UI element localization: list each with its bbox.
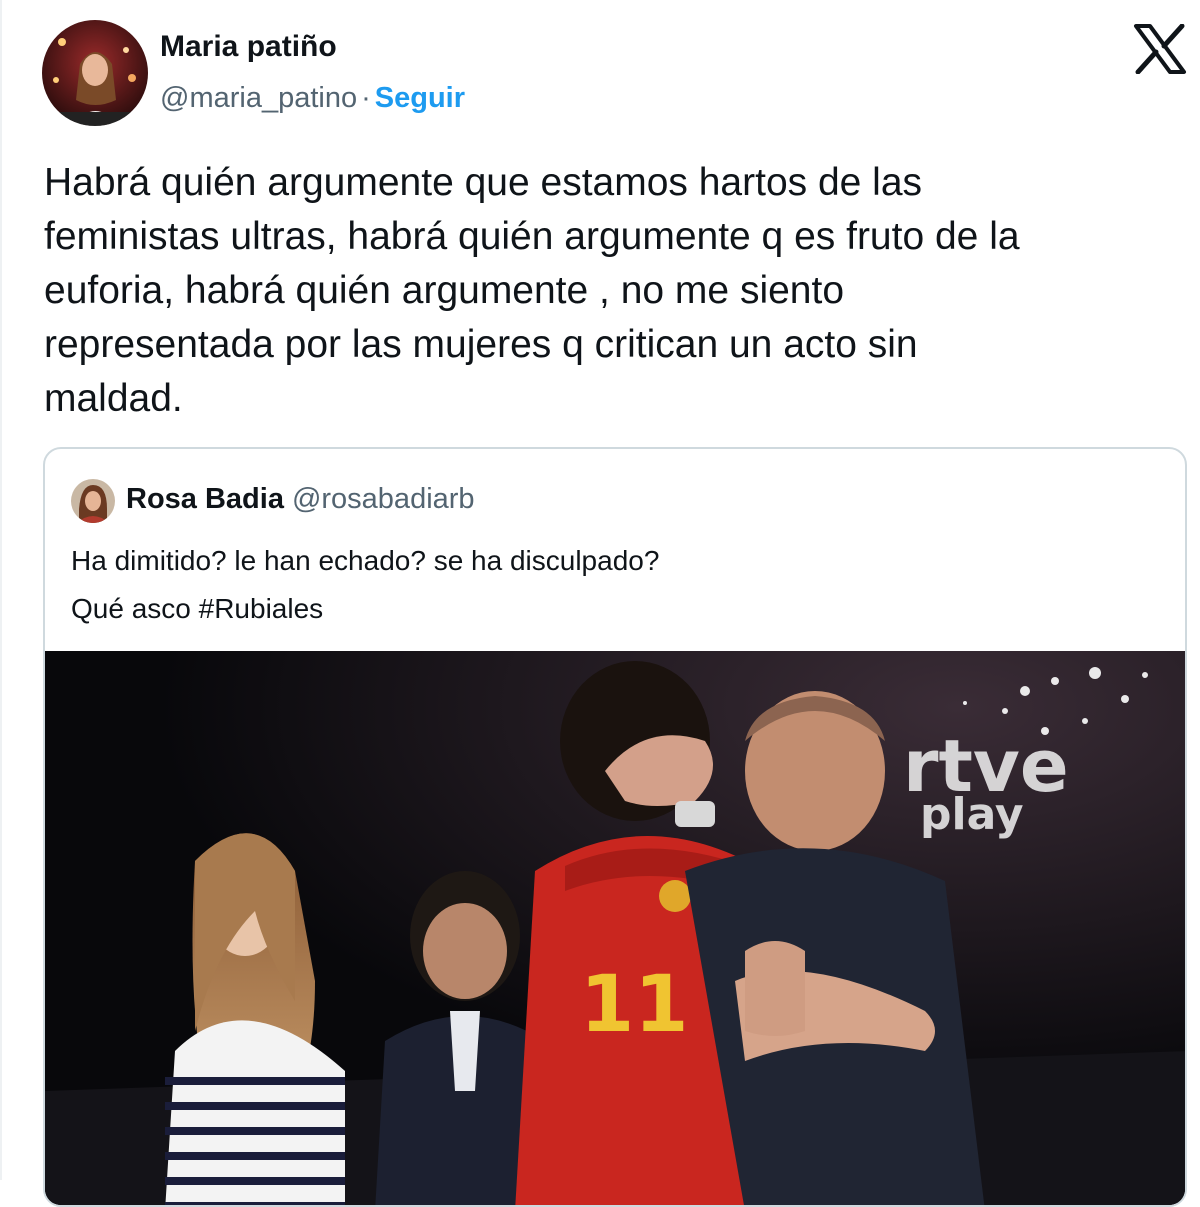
quoted-text-line: Ha dimitido? le han echado? se ha discul… [71, 545, 660, 576]
media-watermark-play: play [920, 789, 1024, 840]
quoted-author-handle[interactable]: @rosabadiarb [292, 483, 475, 515]
quoted-author-avatar[interactable] [71, 479, 115, 523]
author-meta: @maria_patino · Seguir [160, 82, 465, 115]
tweet-text-line: feministas ultras, habrá quién argumente… [44, 215, 1020, 258]
tweet-text-line: Habrá quién argumente que estamos hartos… [44, 161, 923, 204]
author-avatar[interactable] [42, 20, 148, 126]
tweet-text-line: euforia, habrá quién argumente , no me s… [44, 269, 845, 312]
quoted-tweet-media[interactable]: rtve play 11 [45, 651, 1185, 1205]
quoted-author-name[interactable]: Rosa Badia [126, 483, 284, 515]
quoted-text-line: Qué asco #Rubiales [71, 593, 324, 624]
jersey-number: 11 [580, 960, 689, 1050]
follow-button[interactable]: Seguir [375, 82, 465, 114]
x-logo-icon[interactable] [1133, 23, 1187, 75]
tweet-text: Habrá quién argumente que estamos hartos… [44, 156, 1184, 426]
author-name[interactable]: Maria patiño [160, 30, 337, 64]
tweet-card: Maria patiño @maria_patino · Seguir Habrá … [0, 0, 1200, 1207]
tweet-text-line: representada por las mujeres q critican … [44, 323, 918, 366]
quoted-tweet-text: Ha dimitido? le han echado? se ha discul… [71, 537, 659, 633]
quoted-tweet[interactable]: Rosa Badia @rosabadiarb Ha dimitido? le h… [43, 447, 1187, 1207]
tweet-text-line: maldad. [44, 377, 183, 420]
author-handle[interactable]: @maria_patino [160, 82, 357, 114]
separator-dot: · [361, 82, 371, 114]
quoted-author: Rosa Badia @rosabadiarb [126, 483, 475, 516]
